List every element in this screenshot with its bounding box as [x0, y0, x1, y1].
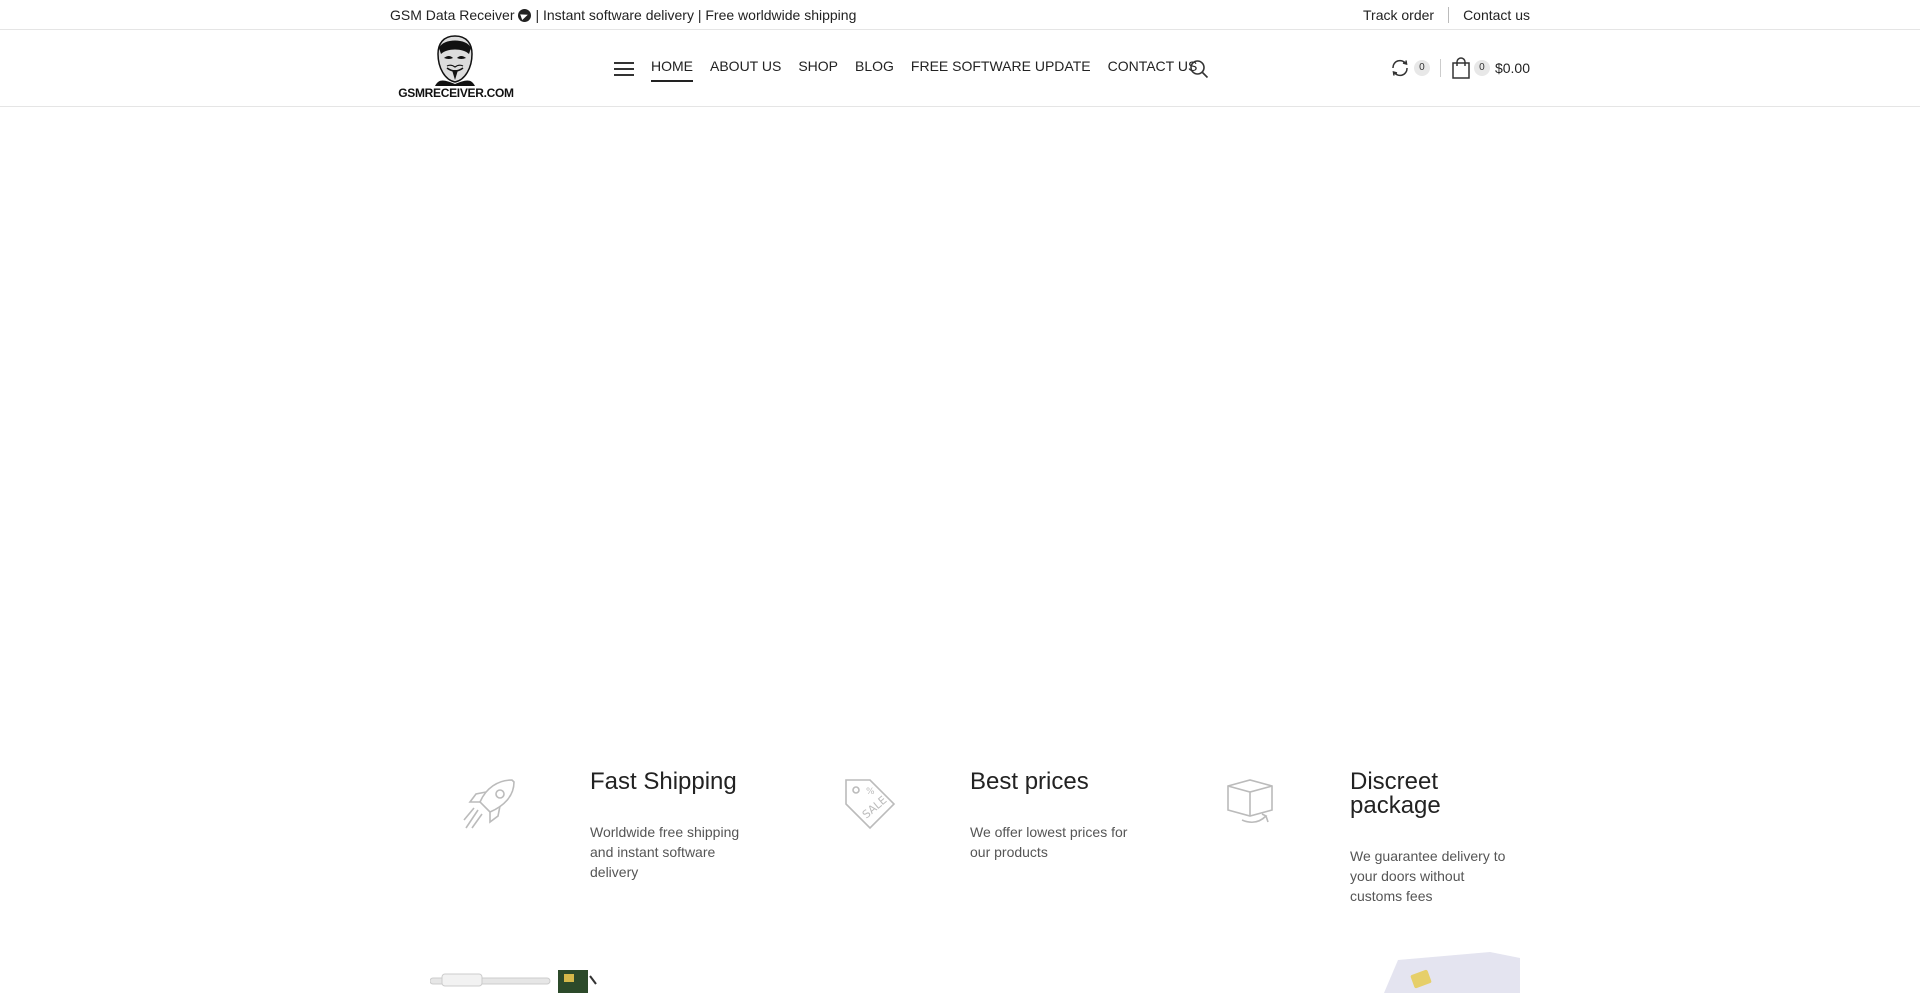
compare-icon — [1392, 59, 1408, 77]
logo-text: GSMRECEIVER.COM — [398, 86, 514, 100]
svg-text:SALE: SALE — [860, 793, 890, 821]
main-header: GSMRECEIVER.COM HOME ABOUT US SHOP BLOG … — [0, 30, 1920, 107]
header-divider — [1439, 59, 1441, 77]
top-bar: GSM Data Receiver | Instant software del… — [0, 0, 1920, 30]
feature-title: Fast Shipping — [590, 768, 737, 795]
search-icon[interactable] — [1189, 59, 1209, 79]
hamburger-menu-icon[interactable] — [614, 62, 634, 76]
mask-logo-icon — [435, 35, 475, 86]
top-divider — [1448, 7, 1450, 23]
header-actions: 0 0 $0.00 — [1389, 57, 1530, 79]
hero-slider-area — [0, 108, 1920, 728]
cart-button[interactable]: 0 $0.00 — [1451, 57, 1530, 79]
nav-shop[interactable]: SHOP — [798, 58, 838, 82]
site-logo[interactable]: GSMRECEIVER.COM — [393, 34, 519, 102]
product-image-gsm-receiver[interactable] — [430, 960, 605, 993]
nav-free-software-update[interactable]: FREE SOFTWARE UPDATE — [911, 58, 1091, 82]
compare-count-badge: 0 — [1413, 60, 1430, 76]
feature-description: Worldwide free shipping and instant soft… — [590, 824, 740, 880]
compare-button[interactable]: 0 — [1389, 58, 1430, 78]
top-links: Track order Contact us — [1363, 7, 1530, 23]
cart-total: $0.00 — [1494, 60, 1530, 76]
sale-tag-icon: SALE % — [845, 779, 896, 830]
nav-blog[interactable]: BLOG — [855, 58, 894, 82]
tagline: GSM Data Receiver | Instant software del… — [390, 7, 856, 23]
telegram-icon[interactable] — [518, 8, 532, 22]
main-nav: HOME ABOUT US SHOP BLOG FREE SOFTWARE UP… — [651, 58, 1214, 82]
track-order-link[interactable]: Track order — [1363, 7, 1434, 23]
tagline-end: | Instant software delivery | Free world… — [535, 7, 857, 23]
svg-text:%: % — [866, 787, 875, 797]
feature-title: Discreet package — [1350, 768, 1441, 819]
nav-home[interactable]: HOME — [651, 58, 693, 82]
rocket-icon — [463, 779, 515, 829]
nav-contact-us[interactable]: CONTACT US — [1108, 58, 1198, 82]
nav-about-us[interactable]: ABOUT US — [710, 58, 781, 82]
shopping-bag-icon — [1452, 57, 1470, 79]
feature-title: Best prices — [970, 768, 1089, 795]
tagline-start: GSM Data Receiver — [390, 7, 515, 23]
product-image-sim-card[interactable] — [1370, 952, 1520, 993]
feature-description: We offer lowest prices for our products — [970, 824, 1128, 860]
cart-count-badge: 0 — [1473, 60, 1490, 76]
package-icon — [1227, 779, 1273, 824]
features-row: Fast Shipping Worldwide free shipping an… — [0, 770, 1920, 920]
feature-description: We guarantee delivery to your doors with… — [1350, 848, 1506, 904]
contact-us-link[interactable]: Contact us — [1463, 7, 1530, 23]
